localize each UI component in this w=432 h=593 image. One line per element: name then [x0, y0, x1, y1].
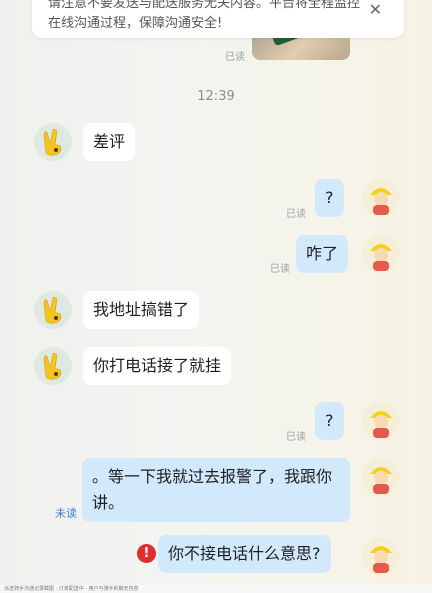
- message-bubble-outgoing[interactable]: 。等一下我就过去报警了，我跟你讲。: [82, 458, 350, 522]
- close-icon[interactable]: ✕: [369, 2, 382, 18]
- safety-notice-banner: 请注意不要发送与配送服务无关内容。平台将全程监控在线沟通过程，保障沟通安全! ✕: [32, 0, 404, 38]
- customer-avatar[interactable]: [34, 123, 72, 161]
- user-avatar[interactable]: [362, 458, 400, 496]
- chat-window: 已读 请注意不要发送与配送服务无关内容。平台将全程监控在线沟通过程，保障沟通安全…: [0, 0, 432, 585]
- user-avatar[interactable]: [362, 537, 400, 575]
- message-bubble-incoming[interactable]: 你打电话接了就挂: [83, 347, 232, 385]
- customer-avatar[interactable]: [34, 291, 72, 329]
- cartoon-avatar-icon: [362, 179, 400, 217]
- peace-hand-icon: [34, 347, 72, 385]
- cartoon-avatar-icon: [362, 537, 400, 575]
- cartoon-avatar-icon: [362, 235, 400, 273]
- read-status: 已读: [286, 209, 306, 220]
- user-avatar[interactable]: [362, 235, 400, 273]
- cartoon-avatar-icon: [362, 458, 400, 496]
- time-divider: 12:39: [197, 89, 235, 104]
- send-failed-icon[interactable]: !: [137, 544, 156, 563]
- message-bubble-outgoing[interactable]: ?: [315, 179, 344, 217]
- customer-avatar[interactable]: [34, 347, 72, 385]
- user-avatar[interactable]: [362, 402, 400, 440]
- message-bubble-outgoing[interactable]: 你不接电话什么意思?: [158, 535, 331, 573]
- message-bubble-outgoing[interactable]: ?: [315, 402, 344, 440]
- cartoon-avatar-icon: [362, 402, 400, 440]
- read-status: 已读: [225, 52, 245, 63]
- user-avatar[interactable]: [362, 179, 400, 217]
- message-bubble-incoming[interactable]: 差评: [83, 123, 136, 161]
- message-bubble-incoming[interactable]: 我地址搞错了: [83, 291, 200, 329]
- peace-hand-icon: [34, 291, 72, 329]
- peace-hand-icon: [34, 123, 72, 161]
- caption-footer: 派送骑手沟通记录截图 · 订单配送中 · 用户与骑手的聊天内容: [0, 585, 432, 593]
- notice-text: 请注意不要发送与配送服务无关内容。平台将全程监控在线沟通过程，保障沟通安全!: [48, 0, 361, 31]
- unread-status: 未读: [55, 507, 77, 520]
- message-bubble-outgoing[interactable]: 咋了: [296, 235, 349, 273]
- read-status: 已读: [286, 432, 306, 443]
- read-status: 已读: [270, 264, 290, 275]
